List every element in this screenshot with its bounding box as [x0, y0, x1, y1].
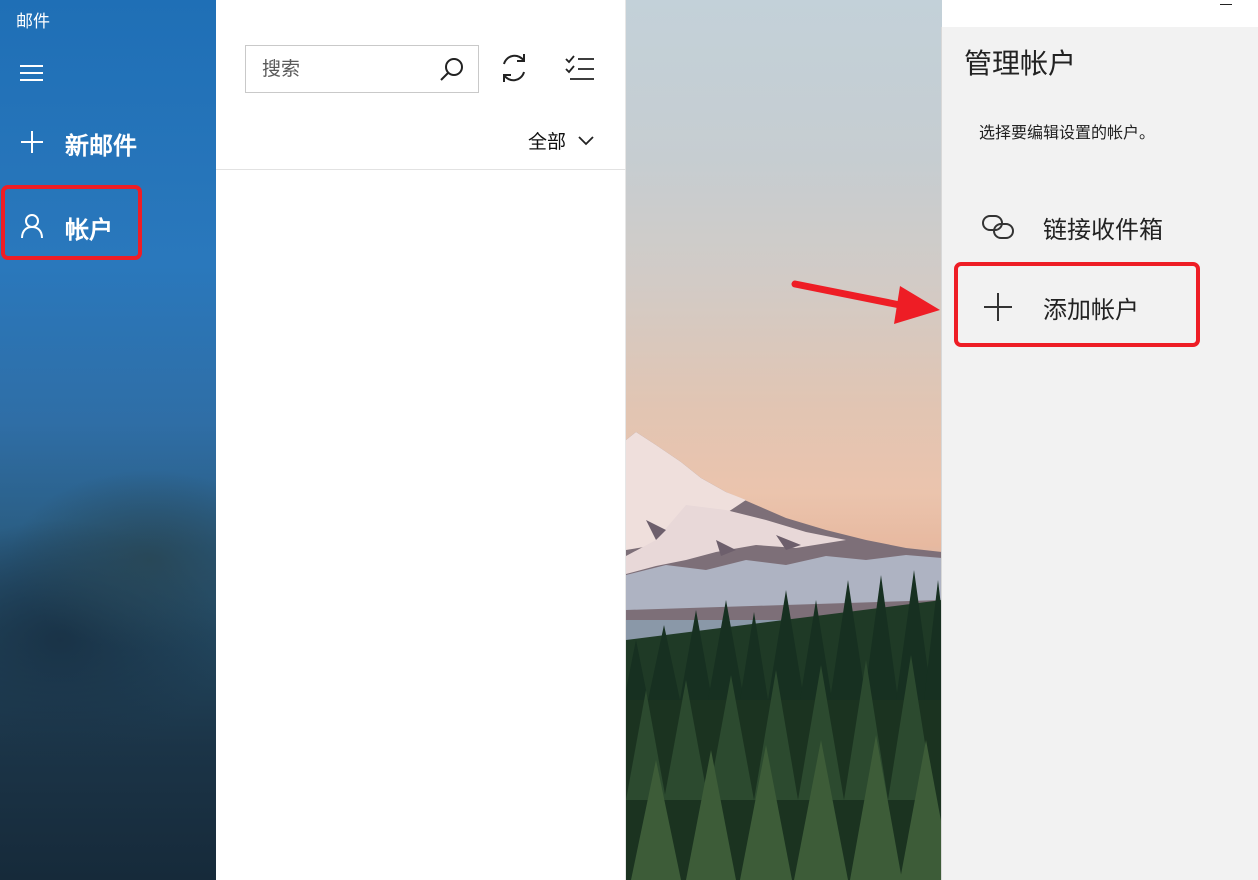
- panel-subtitle: 选择要编辑设置的帐户。: [979, 123, 1156, 142]
- plus-icon: [21, 131, 43, 153]
- search-icon[interactable]: [438, 56, 466, 84]
- filter-label: 全部: [528, 131, 567, 153]
- search-input[interactable]: [246, 46, 442, 92]
- sync-icon[interactable]: [497, 50, 531, 86]
- new-mail-button[interactable]: 新邮件: [0, 112, 216, 172]
- hamburger-menu-icon[interactable]: [20, 62, 44, 82]
- selection-mode-icon[interactable]: [564, 54, 596, 84]
- search-box: [245, 45, 479, 93]
- chevron-down-icon: [578, 135, 594, 145]
- minimize-button[interactable]: [1218, 0, 1238, 10]
- message-list-pane: 全部: [216, 0, 626, 880]
- navigation-pane: 邮件 新邮件 帐户: [0, 0, 216, 880]
- plus-icon: [984, 293, 1012, 321]
- link-icon: [982, 215, 1014, 239]
- list-divider: [216, 169, 626, 170]
- add-account-button[interactable]: 添加帐户: [972, 277, 1232, 337]
- add-account-label: 添加帐户: [1043, 296, 1139, 324]
- person-icon: [21, 214, 43, 239]
- app-title: 邮件: [16, 12, 50, 32]
- accounts-button[interactable]: 帐户: [0, 196, 216, 256]
- link-inboxes-label: 链接收件箱: [1043, 216, 1163, 244]
- link-inboxes-button[interactable]: 链接收件箱: [972, 197, 1232, 257]
- mountain-forest-illustration: [626, 432, 942, 880]
- accounts-label: 帐户: [65, 216, 113, 244]
- background-landscape-image: [626, 0, 942, 880]
- panel-title: 管理帐户: [964, 47, 1077, 80]
- new-mail-label: 新邮件: [65, 132, 137, 160]
- filter-dropdown[interactable]: 全部: [528, 127, 594, 154]
- manage-accounts-panel: 管理帐户 选择要编辑设置的帐户。 链接收件箱 添加帐户: [941, 27, 1258, 880]
